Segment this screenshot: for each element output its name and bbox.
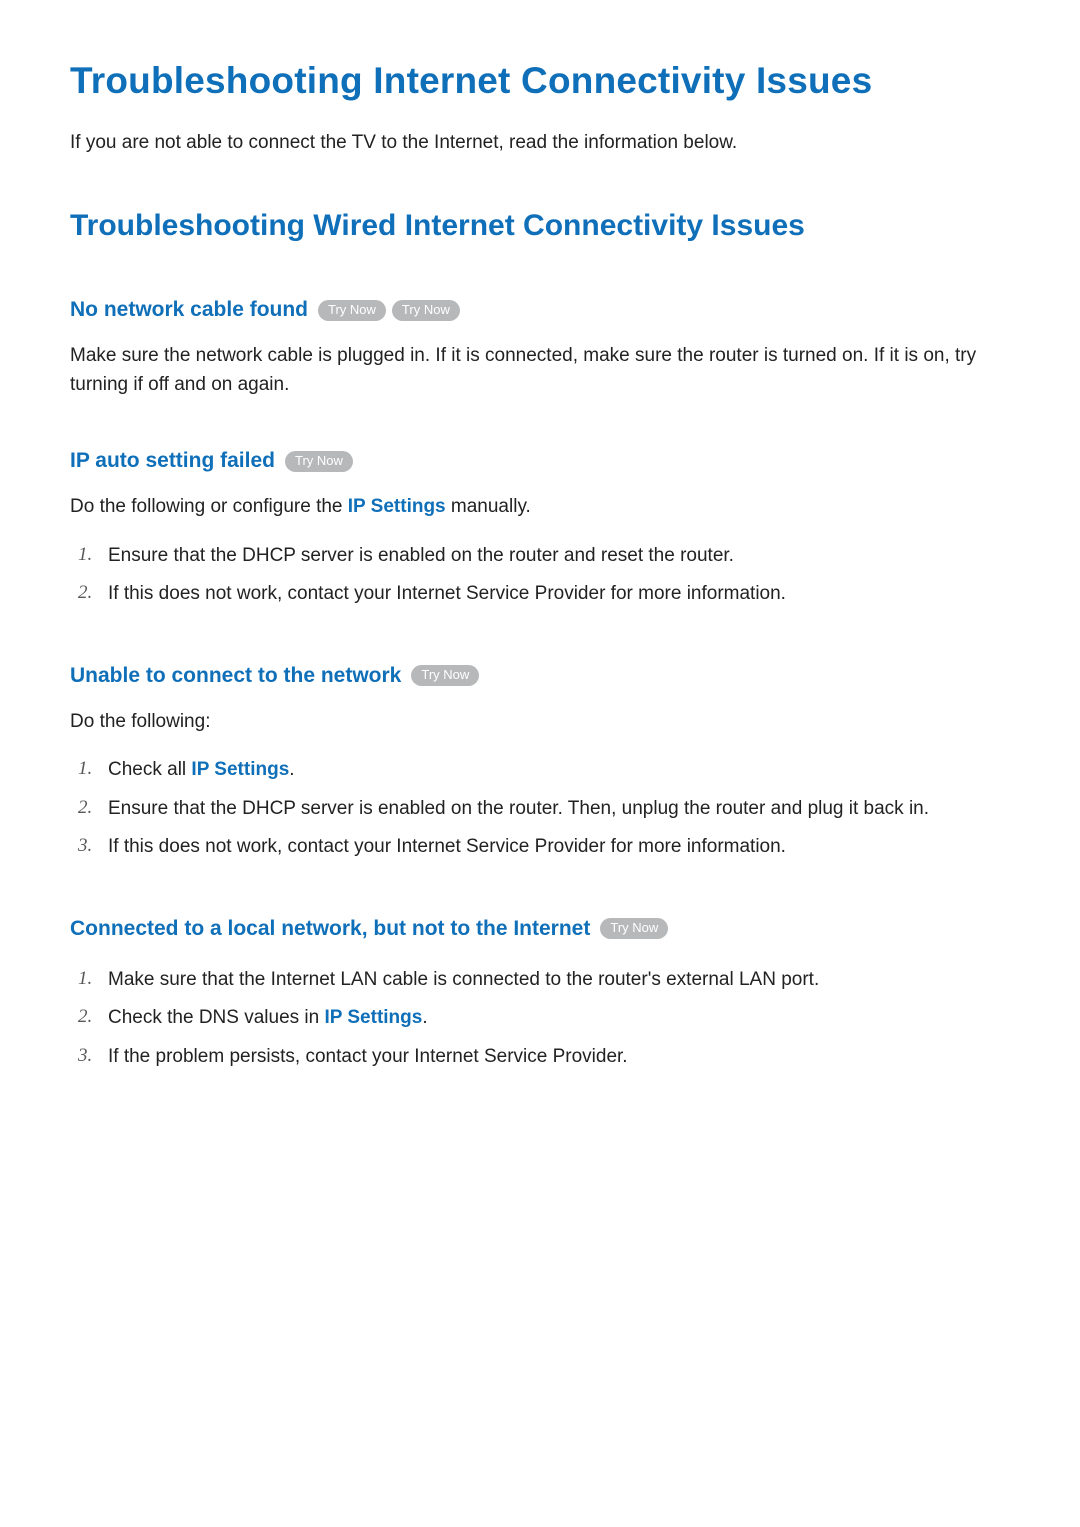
list-item: 2. Check the DNS values in IP Settings. [70, 999, 1010, 1038]
list-text: Ensure that the DHCP server is enabled o… [108, 798, 929, 819]
subheading-text: IP auto setting failed [70, 449, 275, 473]
try-now-button[interactable]: Try Now [392, 300, 460, 321]
subheading-text: Connected to a local network, but not to… [70, 917, 590, 941]
subheading: Unable to connect to the network Try Now [70, 664, 1010, 688]
list-number: 1. [78, 755, 92, 784]
body-text: Make sure the network cable is plugged i… [70, 342, 1010, 399]
text-fragment: . [289, 759, 294, 780]
subheading-text: Unable to connect to the network [70, 664, 401, 688]
list-text: Ensure that the DHCP server is enabled o… [108, 545, 734, 566]
intro-paragraph: If you are not able to connect the TV to… [70, 132, 1010, 154]
list-text: Make sure that the Internet LAN cable is… [108, 969, 819, 990]
list-text: If this does not work, contact your Inte… [108, 583, 786, 604]
list-number: 2. [78, 1003, 92, 1032]
subheading: No network cable found Try Now Try Now [70, 298, 1010, 322]
subsection-connected-local-not-internet: Connected to a local network, but not to… [70, 917, 1010, 1077]
subheading: Connected to a local network, but not to… [70, 917, 1010, 941]
try-now-button[interactable]: Try Now [318, 300, 386, 321]
try-now-button[interactable]: Try Now [411, 665, 479, 686]
try-now-button[interactable]: Try Now [285, 451, 353, 472]
list-item: 2. Ensure that the DHCP server is enable… [70, 790, 1010, 829]
list-number: 1. [78, 541, 92, 570]
text-fragment: Check all [108, 759, 191, 780]
list-item: 1. Check all IP Settings. [70, 751, 1010, 790]
subheading-text: No network cable found [70, 298, 308, 322]
ip-settings-link[interactable]: IP Settings [325, 1007, 423, 1028]
section-heading: Troubleshooting Wired Internet Connectiv… [70, 209, 1010, 243]
subsection-ip-auto-failed: IP auto setting failed Try Now Do the fo… [70, 449, 1010, 614]
subsection-unable-to-connect: Unable to connect to the network Try Now… [70, 664, 1010, 867]
ordered-list: 1. Check all IP Settings. 2. Ensure that… [70, 751, 1010, 867]
subsection-no-network-cable: No network cable found Try Now Try Now M… [70, 298, 1010, 399]
ordered-list: 1. Make sure that the Internet LAN cable… [70, 961, 1010, 1077]
ip-settings-link[interactable]: IP Settings [348, 496, 446, 517]
try-now-button[interactable]: Try Now [600, 918, 668, 939]
body-text: Do the following or configure the IP Set… [70, 493, 1010, 522]
ip-settings-link[interactable]: IP Settings [191, 759, 289, 780]
list-number: 3. [78, 832, 92, 861]
ordered-list: 1. Ensure that the DHCP server is enable… [70, 537, 1010, 614]
document-page: Troubleshooting Internet Connectivity Is… [0, 0, 1080, 1527]
text-fragment: manually. [446, 496, 531, 517]
list-number: 2. [78, 579, 92, 608]
list-item: 1. Make sure that the Internet LAN cable… [70, 961, 1010, 1000]
list-item: 2. If this does not work, contact your I… [70, 575, 1010, 614]
list-text: If the problem persists, contact your In… [108, 1046, 628, 1067]
text-fragment: Check the DNS values in [108, 1007, 325, 1028]
list-item: 3. If the problem persists, contact your… [70, 1038, 1010, 1077]
list-item: 1. Ensure that the DHCP server is enable… [70, 537, 1010, 576]
list-number: 3. [78, 1042, 92, 1071]
page-title: Troubleshooting Internet Connectivity Is… [70, 60, 1010, 102]
list-item: 3. If this does not work, contact your I… [70, 828, 1010, 867]
list-text: If this does not work, contact your Inte… [108, 836, 786, 857]
body-text: Do the following: [70, 708, 1010, 737]
text-fragment: Do the following or configure the [70, 496, 348, 517]
text-fragment: . [422, 1007, 427, 1028]
list-number: 1. [78, 965, 92, 994]
list-number: 2. [78, 794, 92, 823]
subheading: IP auto setting failed Try Now [70, 449, 1010, 473]
